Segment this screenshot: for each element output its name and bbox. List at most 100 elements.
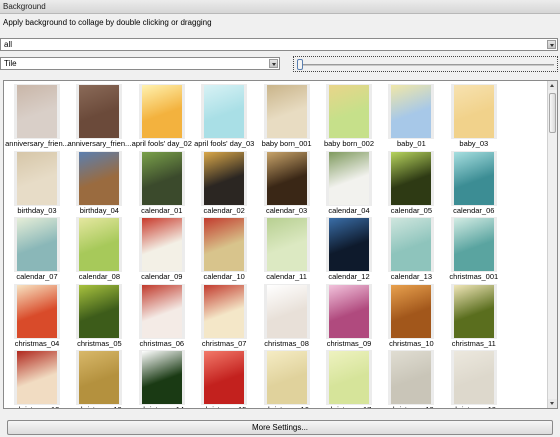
gallery-item[interactable]: calendar_03 bbox=[256, 148, 318, 216]
gallery-item[interactable]: christmas_12 bbox=[6, 347, 68, 408]
gallery-item[interactable]: christmas_001 bbox=[443, 214, 505, 282]
gallery-item[interactable]: christmas_19 bbox=[443, 347, 505, 408]
category-select-value: all bbox=[4, 40, 13, 49]
background-thumbnail bbox=[76, 283, 123, 339]
more-settings-button[interactable]: More Settings... bbox=[7, 420, 553, 435]
gallery-item[interactable]: calendar_06 bbox=[443, 148, 505, 216]
background-thumbnail bbox=[326, 350, 372, 405]
background-thumbnail bbox=[138, 84, 185, 139]
gallery-item[interactable]: baby_01 bbox=[380, 81, 442, 149]
gallery-item[interactable]: baby born_002 bbox=[318, 81, 380, 149]
gallery-item[interactable]: birthday_03 bbox=[6, 148, 68, 216]
background-thumbnail bbox=[388, 283, 435, 339]
panel-titlebar: Background bbox=[0, 0, 560, 14]
gallery-item[interactable]: april fools' day_02 bbox=[131, 81, 193, 149]
background-gallery[interactable]: anniversary_frien... anniversary_frien...… bbox=[3, 80, 558, 409]
gallery-item[interactable]: calendar_02 bbox=[193, 148, 255, 216]
thumbnail-image bbox=[453, 351, 494, 404]
gallery-item[interactable]: baby_03 bbox=[443, 81, 505, 149]
scrollbar-thumb[interactable] bbox=[549, 93, 556, 133]
background-thumbnail bbox=[14, 84, 60, 139]
background-thumbnail bbox=[263, 84, 310, 139]
background-thumbnail bbox=[76, 350, 123, 405]
background-thumbnail bbox=[14, 283, 60, 339]
chevron-down-icon[interactable] bbox=[269, 59, 278, 68]
gallery-item[interactable]: birthday_04 bbox=[68, 148, 130, 216]
thumbnail-image bbox=[79, 351, 120, 404]
thumbnail-image bbox=[141, 85, 182, 138]
gallery-item[interactable]: christmas_05 bbox=[68, 281, 130, 349]
background-thumbnail bbox=[326, 150, 372, 206]
gallery-item[interactable]: christmas_15 bbox=[193, 347, 255, 408]
thumbnail-image bbox=[17, 85, 57, 138]
slider-track bbox=[297, 64, 554, 66]
thumbnail-image bbox=[266, 351, 307, 404]
thumbnail-image bbox=[204, 85, 245, 138]
gallery-item[interactable]: calendar_09 bbox=[131, 214, 193, 282]
gallery-item[interactable]: calendar_08 bbox=[68, 214, 130, 282]
gallery-item[interactable]: christmas_11 bbox=[443, 281, 505, 349]
thumbnail-image bbox=[204, 218, 245, 271]
gallery-item[interactable]: calendar_13 bbox=[380, 214, 442, 282]
gallery-item[interactable]: baby born_001 bbox=[256, 81, 318, 149]
thumbnail-image bbox=[391, 151, 432, 205]
scroll-up-icon[interactable] bbox=[548, 81, 557, 90]
gallery-scrollbar[interactable] bbox=[547, 81, 557, 408]
thumbnail-image bbox=[141, 351, 182, 404]
background-thumbnail bbox=[138, 217, 185, 272]
thumbnail-image bbox=[391, 85, 432, 138]
background-thumbnail bbox=[138, 350, 185, 405]
background-thumbnail bbox=[14, 217, 60, 272]
gallery-item[interactable]: christmas_17 bbox=[318, 347, 380, 408]
background-thumbnail bbox=[450, 217, 497, 272]
background-thumbnail bbox=[201, 350, 248, 405]
gallery-item[interactable]: calendar_04 bbox=[318, 148, 380, 216]
gallery-item[interactable]: april fools' day_03 bbox=[193, 81, 255, 149]
gallery-item[interactable]: calendar_12 bbox=[318, 214, 380, 282]
chevron-down-icon[interactable] bbox=[547, 40, 556, 49]
panel-title: Background bbox=[3, 2, 46, 11]
slider-thumb[interactable] bbox=[297, 59, 303, 70]
background-thumbnail bbox=[138, 150, 185, 206]
background-thumbnail bbox=[450, 84, 497, 139]
gallery-item[interactable]: christmas_09 bbox=[318, 281, 380, 349]
gallery-item[interactable]: calendar_05 bbox=[380, 148, 442, 216]
instruction-text: Apply background to collage by double cl… bbox=[3, 18, 212, 27]
gallery-item[interactable]: christmas_08 bbox=[256, 281, 318, 349]
gallery-item[interactable]: calendar_07 bbox=[6, 214, 68, 282]
gallery-item[interactable]: calendar_11 bbox=[256, 214, 318, 282]
thumbnail-image bbox=[141, 218, 182, 271]
gallery-item[interactable]: christmas_14 bbox=[131, 347, 193, 408]
gallery-item[interactable]: christmas_13 bbox=[68, 347, 130, 408]
gallery-item[interactable]: anniversary_frien... bbox=[5, 81, 69, 149]
scroll-down-icon[interactable] bbox=[548, 399, 557, 408]
thumbnail-image bbox=[329, 351, 369, 404]
gallery-item[interactable]: calendar_10 bbox=[193, 214, 255, 282]
gallery-item[interactable]: christmas_06 bbox=[131, 281, 193, 349]
category-select[interactable]: all bbox=[0, 38, 558, 51]
thumbnail-image bbox=[204, 351, 245, 404]
zoom-slider[interactable] bbox=[293, 56, 558, 72]
background-thumbnail bbox=[201, 217, 248, 272]
fill-mode-select[interactable]: Tile bbox=[0, 57, 280, 70]
gallery-item[interactable]: christmas_16 bbox=[256, 347, 318, 408]
thumbnail-image bbox=[141, 151, 182, 205]
background-thumbnail bbox=[76, 217, 123, 272]
background-thumbnail bbox=[263, 217, 310, 272]
thumbnail-image bbox=[266, 284, 307, 338]
gallery-item[interactable]: christmas_18 bbox=[380, 347, 442, 408]
gallery-item[interactable]: anniversary_frien... bbox=[68, 81, 131, 149]
gallery-item[interactable]: christmas_04 bbox=[6, 281, 68, 349]
gallery-item[interactable]: calendar_01 bbox=[131, 148, 193, 216]
background-thumbnail bbox=[14, 350, 60, 405]
background-thumbnail bbox=[14, 150, 60, 206]
background-thumbnail bbox=[263, 283, 310, 339]
thumbnail-image bbox=[17, 351, 57, 404]
background-thumbnail bbox=[326, 283, 372, 339]
background-thumbnail bbox=[76, 84, 123, 139]
gallery-item[interactable]: christmas_10 bbox=[380, 281, 442, 349]
thumbnail-image bbox=[329, 151, 369, 205]
thumbnail-image bbox=[453, 151, 494, 205]
gallery-item[interactable]: christmas_07 bbox=[193, 281, 255, 349]
thumbnail-image bbox=[266, 85, 307, 138]
